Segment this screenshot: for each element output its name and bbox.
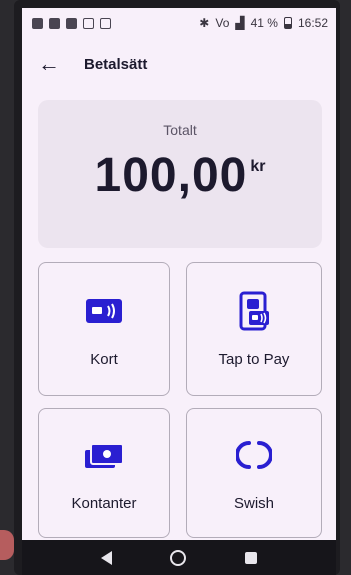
card-icon [84,291,124,331]
payment-method-label: Tap to Pay [218,350,290,368]
payment-method-cash-button[interactable]: Kontanter [38,408,170,538]
signal-icon: ▟ [235,16,245,30]
payment-method-label: Swish [233,494,274,512]
app-notification-icon [32,17,43,29]
total-value: 100,00 [94,149,248,202]
payment-method-card-button[interactable]: Kort [38,262,170,396]
tap-to-pay-icon [237,291,271,331]
payment-method-grid: Kort Tap to Pay Kontanter Swish [38,262,336,538]
payment-method-label: Kort [90,350,118,368]
notification-icons [32,17,111,29]
nav-back-icon[interactable] [101,550,113,565]
arrow-left-icon[interactable]: ← [38,51,74,77]
finger-edge [0,530,14,560]
system-nav-bar [22,540,336,575]
payment-method-label: Kontanter [71,494,137,512]
document-notification-icon [100,17,111,29]
total-label: Totalt [163,122,197,138]
total-currency: kr [250,158,266,175]
battery-percent: 41 % [250,16,278,30]
page-title: Betalsätt [84,55,148,73]
total-amount: 100,00 kr [38,148,322,203]
nav-recent-apps-icon[interactable] [244,551,257,564]
app-bar: ← Betalsätt [22,38,336,90]
system-status: ✱ Vo ▟ 41 % 16:52 [199,16,328,30]
screen: ✱ Vo ▟ 41 % 16:52 ← Betalsätt Totalt 100… [22,8,336,540]
network-label: Vo [215,16,230,30]
grid-notification-icon [49,17,60,29]
swish-icon [236,435,272,475]
nav-home-icon[interactable] [170,549,187,566]
image-notification-icon [66,17,77,29]
mail-notification-icon [83,17,94,29]
total-card: Totalt 100,00 kr [38,100,322,248]
bluetooth-icon: ✱ [199,16,210,30]
battery-icon [283,17,292,29]
cash-icon [83,435,125,475]
status-bar: ✱ Vo ▟ 41 % 16:52 [22,8,336,38]
clock: 16:52 [297,16,328,30]
payment-method-tap-to-pay-button[interactable]: Tap to Pay [186,262,322,396]
payment-method-swish-button[interactable]: Swish [186,408,322,538]
